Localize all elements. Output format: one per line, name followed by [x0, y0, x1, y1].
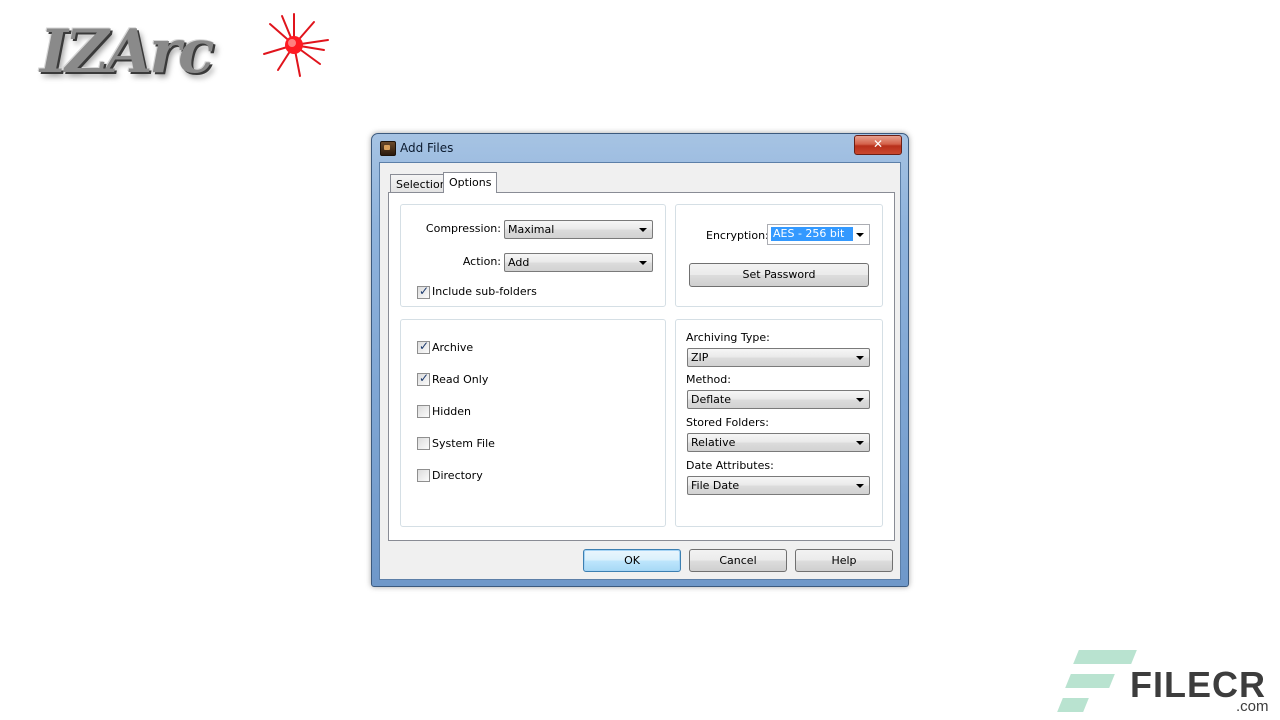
archiving-type-select[interactable]: ZIP — [687, 348, 870, 367]
title-bar[interactable]: Add Files ✕ — [372, 134, 908, 162]
encryption-label: Encryption: — [706, 229, 769, 242]
stored-folders-label: Stored Folders: — [686, 416, 769, 429]
archive-settings-group: Archiving Type: ZIP Method: Deflate Stor… — [675, 319, 883, 527]
method-label: Method: — [686, 373, 731, 386]
filecr-logo-icon — [1056, 648, 1137, 718]
compression-select[interactable]: Maximal — [504, 220, 653, 239]
include-subfolders-checkbox[interactable] — [417, 284, 430, 299]
encryption-select[interactable]: AES - 256 bit — [767, 224, 870, 245]
stored-folders-value: Relative — [691, 436, 736, 449]
archiving-type-value: ZIP — [691, 351, 709, 364]
archive-label[interactable]: Archive — [432, 341, 473, 354]
hidden-checkbox[interactable] — [417, 405, 430, 418]
date-attributes-select[interactable]: File Date — [687, 476, 870, 495]
archiving-type-label: Archiving Type: — [686, 331, 770, 344]
chevron-down-icon — [639, 261, 647, 265]
help-button[interactable]: Help — [795, 549, 893, 572]
file-attributes-group: Archive Read Only Hidden System File Dir… — [400, 319, 666, 527]
method-value: Deflate — [691, 393, 731, 406]
encryption-value: AES - 256 bit — [771, 227, 853, 241]
dialog-client-area: Selection Options Compression: Maximal A… — [379, 162, 901, 580]
close-button[interactable]: ✕ — [854, 135, 902, 155]
compression-value: Maximal — [508, 223, 555, 236]
tab-options[interactable]: Options — [443, 172, 498, 193]
directory-checkbox[interactable] — [417, 469, 430, 482]
read-only-label[interactable]: Read Only — [432, 373, 488, 386]
date-attributes-value: File Date — [691, 479, 740, 492]
read-only-checkbox[interactable] — [417, 371, 430, 386]
add-files-dialog: Add Files ✕ Selection Options Compressio… — [371, 133, 909, 587]
set-password-button[interactable]: Set Password — [689, 263, 869, 287]
cancel-button[interactable]: Cancel — [689, 549, 787, 572]
ok-button[interactable]: OK — [583, 549, 681, 572]
red-star-icon — [263, 13, 329, 77]
chevron-down-icon — [856, 484, 864, 488]
system-file-checkbox[interactable] — [417, 437, 430, 450]
chevron-down-icon — [856, 398, 864, 402]
action-value: Add — [508, 256, 530, 269]
filecr-watermark: FILECR .com — [1056, 648, 1276, 718]
stored-folders-select[interactable]: Relative — [687, 433, 870, 452]
hidden-label[interactable]: Hidden — [432, 405, 471, 418]
watermark-suffix: .com — [1236, 698, 1269, 715]
logo-text: IZArc — [40, 17, 215, 87]
compression-group: Compression: Maximal Action: Add Include… — [400, 204, 666, 307]
options-tab-panel: Compression: Maximal Action: Add Include… — [388, 192, 895, 541]
izarc-app-icon — [380, 141, 396, 156]
chevron-down-icon — [856, 441, 864, 445]
include-subfolders-label[interactable]: Include sub-folders — [432, 285, 537, 298]
directory-label[interactable]: Directory — [432, 469, 483, 482]
chevron-down-icon — [856, 233, 864, 237]
window-title: Add Files — [400, 141, 454, 155]
action-label: Action: — [462, 255, 501, 268]
compression-label: Compression: — [425, 222, 501, 235]
method-select[interactable]: Deflate — [687, 390, 870, 409]
action-select[interactable]: Add — [504, 253, 653, 272]
date-attributes-label: Date Attributes: — [686, 459, 774, 472]
archive-checkbox[interactable] — [417, 339, 430, 354]
system-file-label[interactable]: System File — [432, 437, 495, 450]
chevron-down-icon — [639, 228, 647, 232]
izarc-logo: IZArc — [40, 10, 329, 90]
chevron-down-icon — [856, 356, 864, 360]
encryption-group: Encryption: AES - 256 bit Set Password — [675, 204, 883, 307]
